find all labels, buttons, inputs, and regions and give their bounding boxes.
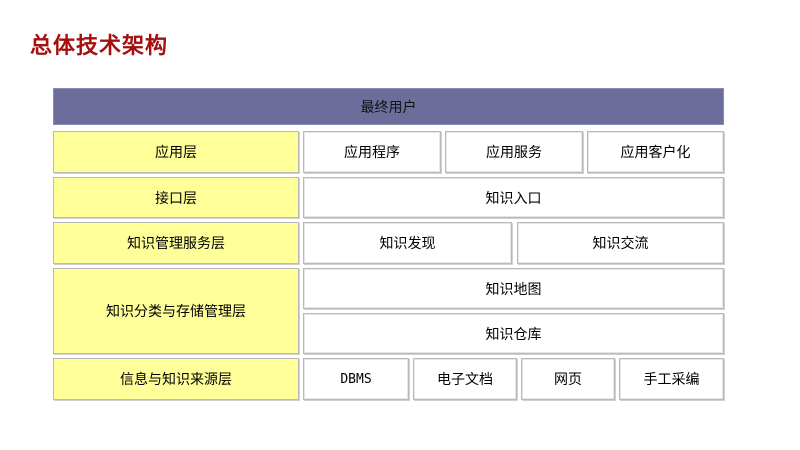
webpage-box: 网页 (521, 358, 615, 400)
dbms-label: DBMS (340, 371, 372, 387)
knowledge-map-label: 知识地图 (485, 281, 542, 298)
manual-collection-label: 手工采编 (643, 372, 700, 388)
page-title: 总体技术架构 (30, 34, 169, 59)
layer-sources: 信息与知识来源层 (53, 358, 299, 400)
layer-knowledge-service-label: 知识管理服务层 (127, 236, 225, 252)
app-program-box: 应用程序 (303, 131, 441, 173)
manual-collection-box: 手工采编 (619, 358, 724, 400)
electronic-docs-label: 电子文档 (437, 372, 493, 388)
webpage-label: 网页 (554, 372, 582, 388)
knowledge-map-box: 知识地图 (303, 268, 724, 309)
end-user-label: 最终用户 (360, 99, 417, 116)
layer-application: 应用层 (53, 131, 299, 173)
app-service-box: 应用服务 (445, 131, 583, 173)
knowledge-entry-label: 知识入口 (485, 190, 542, 207)
knowledge-exchange-box: 知识交流 (517, 222, 724, 264)
knowledge-warehouse-label: 知识仓库 (485, 326, 542, 343)
app-program-label: 应用程序 (344, 145, 400, 161)
app-customization-label: 应用客户化 (620, 145, 691, 161)
end-user-bar: 最终用户 (53, 88, 724, 125)
layer-classification-storage: 知识分类与存储管理层 (53, 268, 299, 354)
electronic-docs-box: 电子文档 (413, 358, 517, 400)
dbms-box: DBMS (303, 358, 409, 400)
layer-interface: 接口层 (53, 177, 299, 218)
knowledge-entry-box: 知识入口 (303, 177, 724, 218)
knowledge-warehouse-box: 知识仓库 (303, 313, 724, 354)
knowledge-exchange-label: 知识交流 (592, 236, 649, 252)
layer-sources-label: 信息与知识来源层 (120, 372, 232, 388)
layer-knowledge-service: 知识管理服务层 (53, 222, 299, 264)
app-customization-box: 应用客户化 (587, 131, 724, 173)
app-service-label: 应用服务 (486, 145, 542, 161)
layer-interface-label: 接口层 (155, 190, 197, 207)
knowledge-discovery-label: 知识发现 (379, 236, 436, 252)
layer-application-label: 应用层 (155, 145, 197, 161)
knowledge-discovery-box: 知识发现 (303, 222, 512, 264)
layer-classification-storage-label: 知识分类与存储管理层 (106, 304, 246, 320)
